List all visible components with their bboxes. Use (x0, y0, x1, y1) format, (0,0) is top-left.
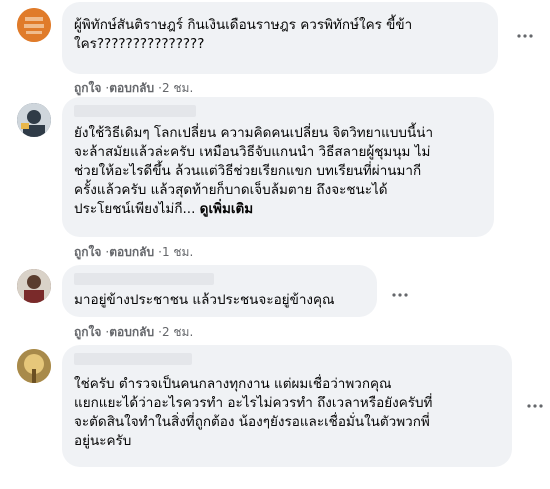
author-name-redacted[interactable] (74, 273, 214, 285)
comment-bubble: ใช่ครับ ตำรวจเป็นคนกลางทุกงาน แต่ผมเชื่อ… (62, 345, 512, 467)
comment-text: ใช่ครับ ตำรวจเป็นคนกลางทุกงาน แต่ผมเชื่อ… (74, 376, 433, 449)
author-name-redacted[interactable] (74, 353, 192, 365)
reply-link[interactable]: ตอบกลับ (109, 81, 154, 95)
like-link[interactable]: ถูกใจ (74, 81, 101, 95)
reply-link[interactable]: ตอบกลับ (109, 245, 154, 259)
comment-text: มาอยู่ข้างประชาชน แล้วประชนจะอยู่ข้างคุณ (74, 292, 335, 308)
like-link[interactable]: ถูกใจ (74, 325, 101, 339)
avatar[interactable] (17, 8, 51, 42)
avatar[interactable] (17, 269, 51, 303)
avatar-image (17, 269, 51, 303)
avatar-image (17, 349, 51, 383)
comment-bubble: ยังใช้วิธีเดิมๆ โลกเปลี่ยน ความคิดคนเปลี… (62, 97, 494, 237)
more-options-button[interactable] (520, 391, 550, 421)
more-options-button[interactable] (510, 21, 540, 51)
comment-bubble: มาอยู่ข้างประชาชน แล้วประชนจะอยู่ข้างคุณ (62, 265, 377, 317)
comment-text: ยังใช้วิธีเดิมๆ โลกเปลี่ยน ความคิดคนเปลี… (74, 124, 433, 219)
comment-body: ยังใช้วิธีเดิมๆ โลกเปลี่ยน ความคิดคนเปลี… (74, 125, 434, 217)
ellipsis-icon (517, 34, 533, 38)
comment-bubble: ผู้พิทักษ์สันติราษฎร์ กินเงินเดือนราษฎร … (62, 2, 498, 74)
timestamp[interactable]: 2 ชม. (162, 81, 193, 95)
timestamp[interactable]: 2 ชม. (162, 325, 193, 339)
comment-actions: ถูกใจ ·ตอบกลับ ·1 ชม. (74, 243, 193, 262)
ellipsis-icon (527, 404, 543, 408)
avatar-image (17, 8, 51, 42)
more-options-button[interactable] (385, 280, 415, 310)
author-name-redacted[interactable] (74, 105, 196, 117)
reply-link[interactable]: ตอบกลับ (109, 325, 154, 339)
ellipsis-icon (392, 293, 408, 297)
timestamp[interactable]: 1 ชม. (162, 245, 193, 259)
comment-actions: ถูกใจ ·ตอบกลับ ·2 ชม. (74, 79, 193, 98)
see-more-link[interactable]: ดูเพิ่มเติม (200, 201, 253, 217)
like-link[interactable]: ถูกใจ (74, 245, 101, 259)
comment-actions: ถูกใจ ·ตอบกลับ ·2 ชม. (74, 323, 193, 342)
avatar[interactable] (17, 103, 51, 137)
avatar[interactable] (17, 349, 51, 383)
avatar-image (17, 103, 51, 137)
comment-text: ผู้พิทักษ์สันติราษฎร์ กินเงินเดือนราษฎร … (74, 17, 413, 52)
